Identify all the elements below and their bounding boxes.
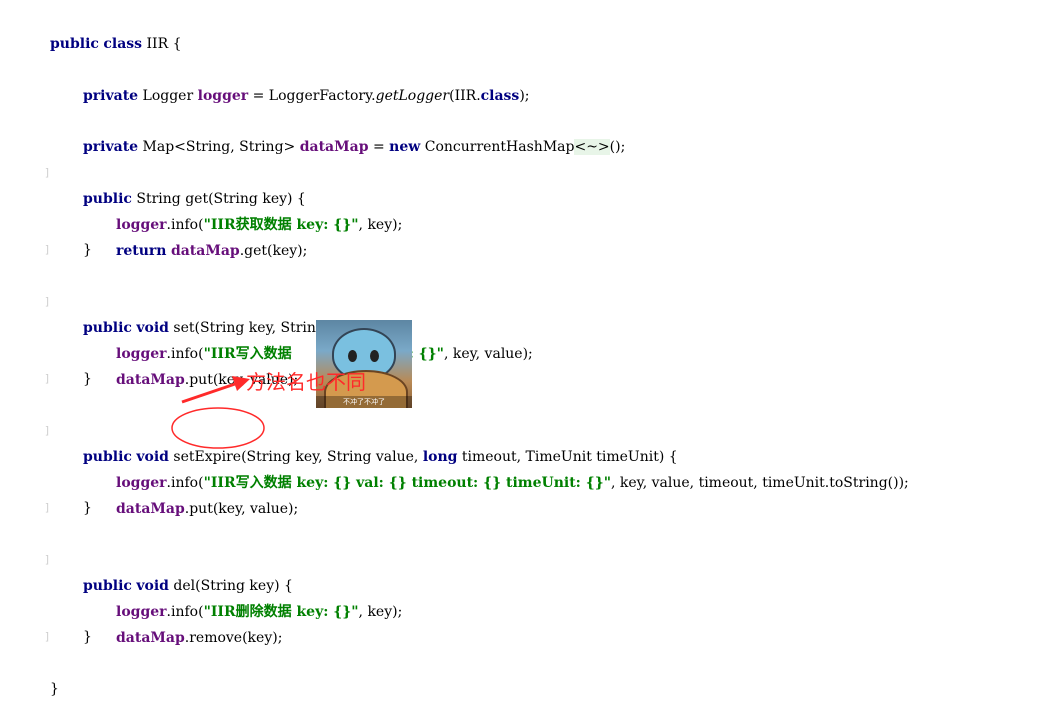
annotation-text: 方法名也不同 — [246, 370, 366, 394]
annotation-arrow-shaft — [181, 381, 239, 404]
annotation-circle — [171, 407, 265, 449]
annotation-layer — [171, 376, 265, 449]
